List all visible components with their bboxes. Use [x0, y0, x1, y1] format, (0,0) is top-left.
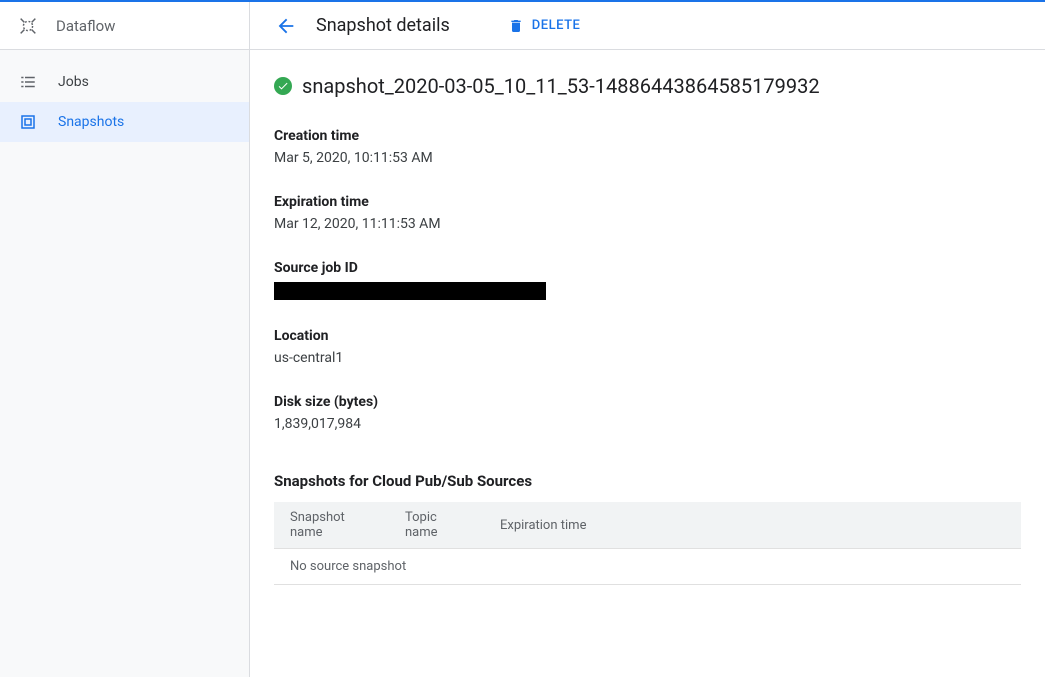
content: snapshot_2020-03-05_10_11_53-14886443864…	[250, 50, 1045, 609]
sidebar: Dataflow Jobs	[0, 2, 250, 677]
delete-label: DELETE	[532, 18, 581, 33]
col-expiration-time: Expiration time	[484, 502, 1021, 549]
dataflow-product-icon	[16, 14, 40, 38]
field-label: Disk size (bytes)	[274, 394, 1021, 410]
field-value: us-central1	[274, 350, 1021, 366]
arrow-left-icon	[275, 15, 297, 37]
field-creation-time: Creation time Mar 5, 2020, 10:11:53 AM	[274, 128, 1021, 166]
pubsub-section-title: Snapshots for Cloud Pub/Sub Sources	[274, 472, 1021, 490]
field-value: Mar 5, 2020, 10:11:53 AM	[274, 150, 1021, 166]
product-name: Dataflow	[56, 17, 115, 35]
field-expiration-time: Expiration time Mar 12, 2020, 11:11:53 A…	[274, 194, 1021, 232]
trash-icon	[508, 18, 524, 34]
back-button[interactable]	[274, 14, 298, 38]
field-disk-size: Disk size (bytes) 1,839,017,984	[274, 394, 1021, 432]
list-icon	[16, 70, 40, 94]
table-empty-row: No source snapshot	[274, 549, 1021, 585]
snapshot-name: snapshot_2020-03-05_10_11_53-14886443864…	[302, 74, 820, 98]
main: Snapshot details DELETE snapshot_2020-03…	[250, 2, 1045, 677]
field-source-job-id: Source job ID	[274, 260, 1021, 300]
main-header: Snapshot details DELETE	[250, 2, 1045, 50]
empty-message: No source snapshot	[274, 549, 1021, 585]
sidebar-header: Dataflow	[0, 2, 249, 50]
check-circle-icon	[274, 77, 292, 95]
field-value: 1,839,017,984	[274, 416, 1021, 432]
field-label: Creation time	[274, 128, 1021, 144]
field-label: Location	[274, 328, 1021, 344]
nav-list: Jobs Snapshots	[0, 50, 249, 142]
nav-item-snapshots[interactable]: Snapshots	[0, 102, 249, 142]
col-snapshot-name: Snapshot name	[274, 502, 389, 549]
layout: Dataflow Jobs	[0, 2, 1045, 677]
field-label: Source job ID	[274, 260, 1021, 276]
field-value: Mar 12, 2020, 11:11:53 AM	[274, 216, 1021, 232]
redacted-value	[274, 282, 546, 300]
table-header-row: Snapshot name Topic name Expiration time	[274, 502, 1021, 549]
nav-item-jobs[interactable]: Jobs	[0, 62, 249, 102]
col-topic-name: Topic name	[389, 502, 484, 549]
title-row: snapshot_2020-03-05_10_11_53-14886443864…	[274, 74, 1021, 98]
field-location: Location us-central1	[274, 328, 1021, 366]
pubsub-table: Snapshot name Topic name Expiration time…	[274, 502, 1021, 585]
field-label: Expiration time	[274, 194, 1021, 210]
delete-button[interactable]: DELETE	[508, 18, 581, 34]
nav-item-label: Jobs	[58, 74, 89, 90]
page-title: Snapshot details	[316, 15, 450, 36]
snapshot-icon	[16, 110, 40, 134]
nav-item-label: Snapshots	[58, 114, 124, 130]
